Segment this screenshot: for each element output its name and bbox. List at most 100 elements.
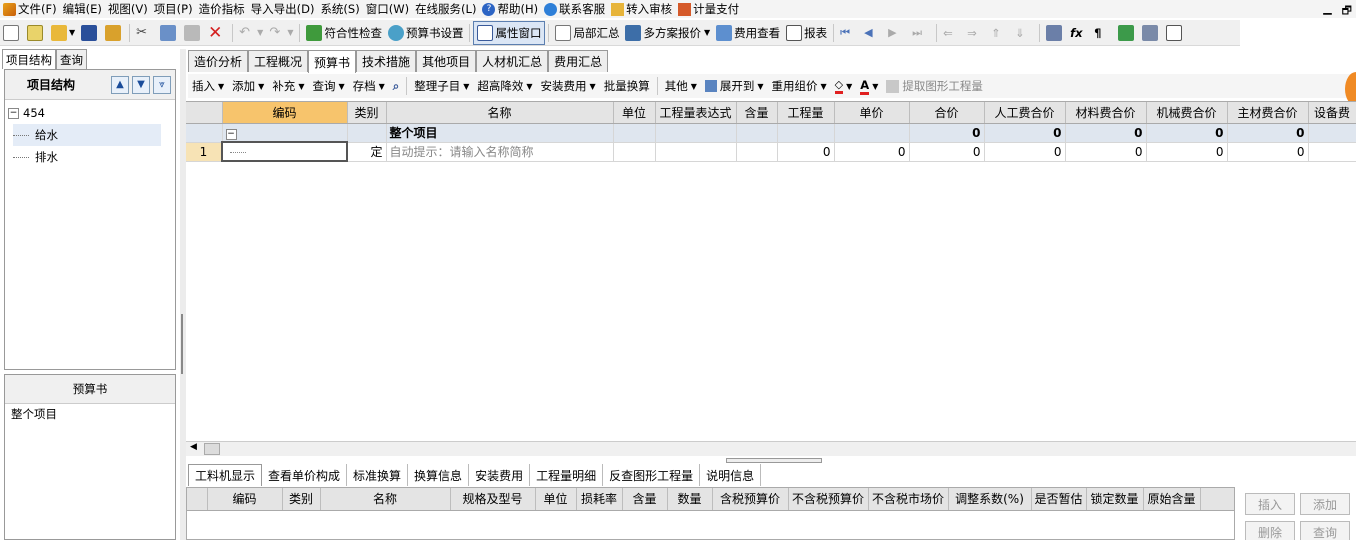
expand-to-menu[interactable]: 展开到 ▼	[701, 75, 768, 97]
insert-menu[interactable]: 插入 ▼	[188, 75, 228, 97]
query-menu[interactable]: 查询 ▼	[308, 75, 348, 97]
batch-convert-button[interactable]: 批量换算	[600, 75, 654, 97]
col-header[interactable]: 编码	[207, 488, 283, 511]
total-row[interactable]: − 整个项目 0 0 0 0 0	[186, 123, 1356, 143]
new-template-button[interactable]	[24, 21, 48, 45]
menu-file[interactable]: 文件(F)	[0, 0, 60, 18]
tab-standard-conversion[interactable]: 标准换算	[347, 464, 409, 486]
move-down-button[interactable]: ⇓	[1012, 21, 1036, 45]
price-cell[interactable]: 0	[834, 142, 910, 162]
equipment-cell[interactable]	[1308, 142, 1356, 162]
col-header[interactable]: 名称	[320, 488, 451, 511]
next-button[interactable]: ▶	[885, 21, 909, 45]
find-button[interactable]: ⌕	[389, 75, 403, 97]
name-cell[interactable]: 整个项目	[386, 123, 614, 143]
menu-window[interactable]: 窗口(W)	[363, 0, 412, 18]
col-header[interactable]: 名称	[386, 102, 614, 124]
qty-cell[interactable]: 0	[777, 142, 835, 162]
machine-cell[interactable]: 0	[1146, 142, 1228, 162]
machine-cell[interactable]: 0	[1146, 123, 1228, 143]
partial-summary-button[interactable]: 局部汇总	[552, 21, 622, 45]
col-header[interactable]: 工程量表达式	[655, 102, 737, 124]
col-header[interactable]: 合价	[909, 102, 985, 124]
col-header[interactable]: 含税预算价	[712, 488, 789, 511]
report-button[interactable]: 报表	[783, 21, 830, 45]
save-button[interactable]	[78, 21, 102, 45]
col-header[interactable]: 规格及型号	[450, 488, 536, 511]
col-header[interactable]: 调整系数(%)	[948, 488, 1032, 511]
col-header[interactable]: 类别	[347, 102, 387, 124]
prev-button[interactable]: ◀	[861, 21, 885, 45]
menu-customer-service[interactable]: 联系客服	[541, 0, 608, 18]
col-header[interactable]: 输	[1200, 488, 1234, 511]
tab-reverse-graphic-quantity[interactable]: 反查图形工程量	[603, 464, 701, 486]
material-cell[interactable]: 0	[1065, 142, 1147, 162]
other-menu[interactable]: 其他 ▼	[661, 75, 701, 97]
main-material-cell[interactable]: 0	[1227, 123, 1309, 143]
extract-quantity-button[interactable]: 提取图形工程量	[882, 75, 987, 97]
type-cell[interactable]: 定	[347, 142, 387, 162]
move-up-button[interactable]: ▲	[111, 75, 129, 94]
tab-labor-material-summary[interactable]: 人材机汇总	[476, 50, 549, 72]
menu-project[interactable]: 项目(P)	[151, 0, 196, 18]
first-button[interactable]: ⏮	[837, 21, 861, 45]
cut-button[interactable]: ✂	[133, 21, 157, 45]
tab-unit-price-composition[interactable]: 查看单价构成	[262, 464, 348, 486]
tab-description[interactable]: 说明信息	[700, 464, 762, 486]
horizontal-scrollbar[interactable]: ◀	[186, 441, 1356, 463]
qty-cell[interactable]	[777, 123, 835, 143]
add-menu[interactable]: 添加 ▼	[228, 75, 268, 97]
col-header[interactable]: 不含税市场价	[868, 488, 949, 511]
col-header[interactable]: 工程量	[777, 102, 835, 124]
paragraph-button[interactable]: ¶	[1091, 21, 1115, 45]
font-color-button[interactable]: A ▼	[856, 75, 882, 97]
budget-item[interactable]: 整个项目	[11, 407, 57, 421]
move-left-button[interactable]: ⇐	[940, 21, 964, 45]
content-cell[interactable]	[736, 142, 778, 162]
open-button[interactable]: ▼	[48, 21, 78, 45]
tab-project-overview[interactable]: 工程概况	[248, 50, 309, 72]
move-down-button[interactable]: ▼	[132, 75, 150, 94]
col-header[interactable]: 编码	[222, 102, 348, 124]
tab-project-structure[interactable]: 项目结构	[2, 49, 56, 69]
compliance-check-button[interactable]: 符合性检查	[303, 21, 385, 45]
tab-query[interactable]: 查询	[56, 49, 87, 69]
collapse-toggle[interactable]: −	[222, 123, 348, 143]
type-cell[interactable]	[347, 123, 387, 143]
move-up-button[interactable]: ⇑	[988, 21, 1012, 45]
formula-button[interactable]: fx	[1067, 21, 1091, 45]
tab-install-fee[interactable]: 安装费用	[469, 464, 531, 486]
collapse-all-button[interactable]: ⩔	[153, 75, 171, 94]
paste-button[interactable]	[181, 21, 205, 45]
tab-cost-analysis[interactable]: 造价分析	[188, 50, 249, 72]
name-cell[interactable]: 自动提示：请输入名称简称	[386, 142, 614, 162]
col-header[interactable]: 数量	[667, 488, 713, 511]
content-cell[interactable]	[736, 123, 778, 143]
expr-cell[interactable]	[655, 123, 737, 143]
undo-button[interactable]: ↶ ▼	[236, 21, 266, 45]
organize-menu[interactable]: 整理子目 ▼	[410, 75, 473, 97]
menu-edit[interactable]: 编辑(E)	[60, 0, 105, 18]
budget-settings-button[interactable]: 预算书设置	[385, 21, 467, 45]
tree-item-root[interactable]: − 454	[5, 102, 175, 124]
tab-labor-material-display[interactable]: 工料机显示	[188, 464, 263, 486]
fee-view-button[interactable]: 费用查看	[713, 21, 783, 45]
labor-cell[interactable]: 0	[984, 142, 1066, 162]
menu-view[interactable]: 视图(V)	[105, 0, 151, 18]
col-header[interactable]: 单位	[535, 488, 577, 511]
tab-budget-book[interactable]: 预算书	[308, 50, 357, 73]
labor-cell[interactable]: 0	[984, 123, 1066, 143]
col-header[interactable]: 设备费	[1308, 102, 1356, 124]
col-header[interactable]: 机械费合价	[1146, 102, 1228, 124]
col-header[interactable]: 损耗率	[576, 488, 623, 511]
property-window-button[interactable]: 属性窗口	[473, 20, 546, 45]
tab-fee-summary[interactable]: 费用汇总	[548, 50, 609, 72]
price-cell[interactable]	[834, 123, 910, 143]
col-header[interactable]: 人工费合价	[984, 102, 1066, 124]
total-cell[interactable]: 0	[909, 142, 985, 162]
new-button[interactable]	[0, 21, 24, 45]
col-header[interactable]: 含量	[622, 488, 668, 511]
multi-quote-button[interactable]: 多方案报价 ▼	[622, 21, 713, 45]
collapse-toggle-icon[interactable]: −	[225, 128, 237, 140]
insert-button[interactable]: 插入	[1245, 493, 1295, 515]
